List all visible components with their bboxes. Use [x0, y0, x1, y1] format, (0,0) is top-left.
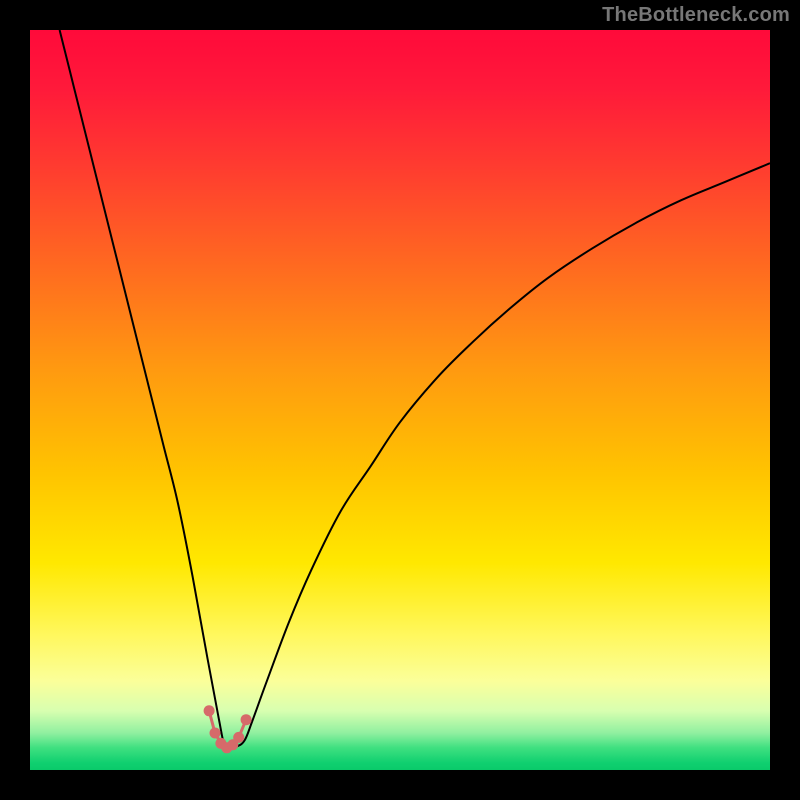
near-minimum-dots-group [204, 705, 252, 753]
near-minimum-dot [241, 714, 252, 725]
watermark-text: TheBottleneck.com [602, 4, 790, 27]
near-minimum-dot [204, 705, 215, 716]
near-minimum-dot [233, 732, 244, 743]
near-minimum-dot [210, 728, 221, 739]
chart-svg [30, 30, 770, 770]
chart-plot-area [30, 30, 770, 770]
bottleneck-curve [60, 30, 770, 749]
